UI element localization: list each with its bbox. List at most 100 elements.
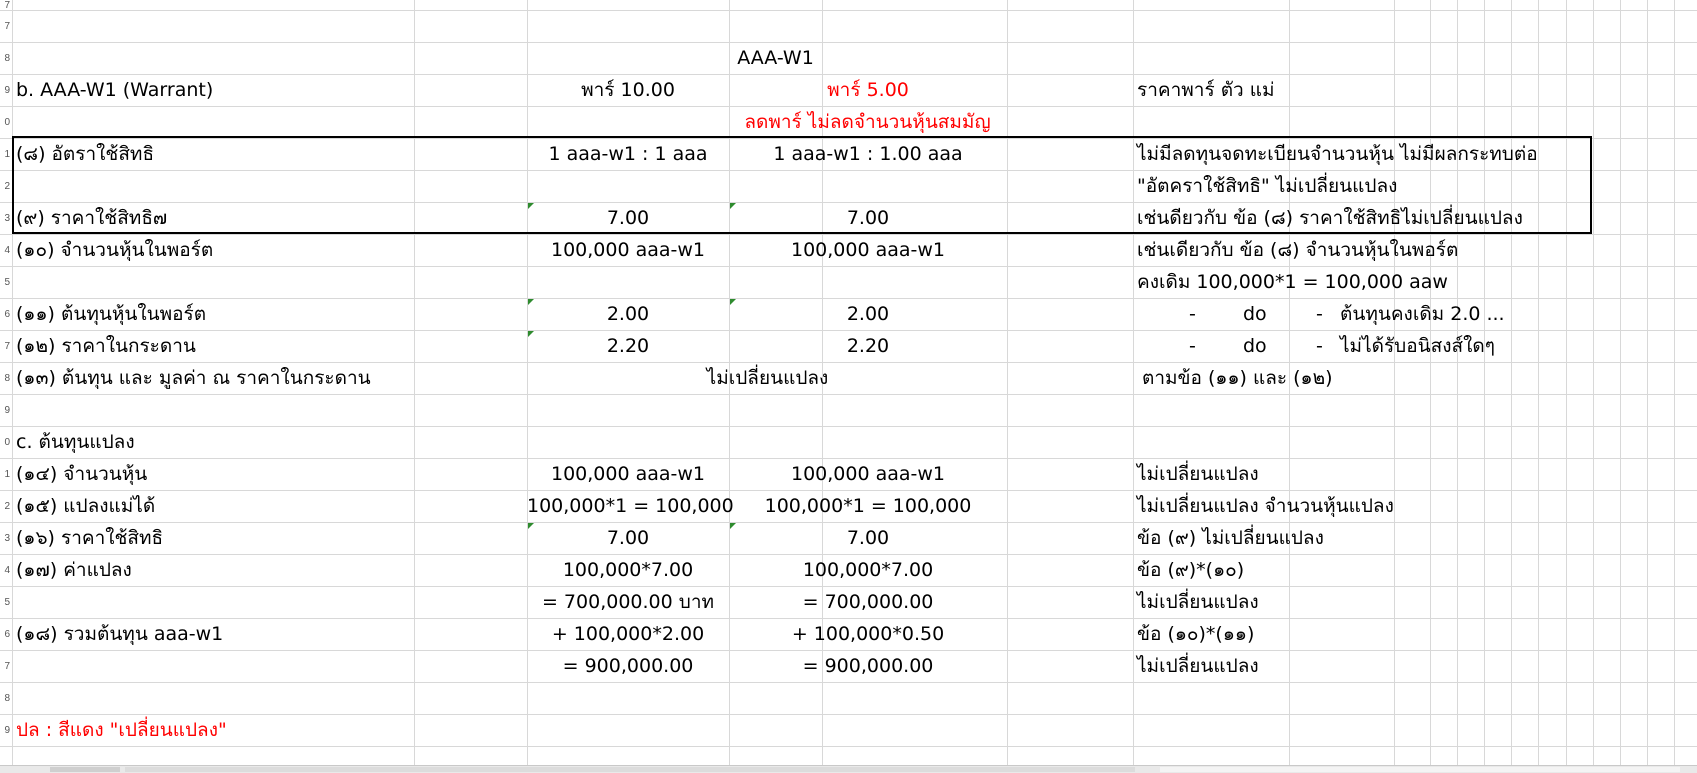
row-header[interactable]: 7 — [0, 0, 10, 11]
row-header[interactable]: 5 — [0, 266, 10, 298]
item-18-old-total[interactable]: = 900,000.00 — [527, 650, 729, 682]
item-12-note[interactable]: ไม่ได้รับอนิสงส์ใดๆ — [1340, 330, 1495, 362]
row-header[interactable]: 6 — [0, 298, 10, 330]
error-indicator-icon — [730, 523, 736, 529]
item-12-new[interactable]: 2.20 — [729, 330, 1007, 362]
item-16-label[interactable]: (๑๖) ราคาใช้สิทธิ — [16, 522, 163, 554]
item-10-new[interactable]: 100,000 aaa-w1 — [729, 234, 1007, 266]
spreadsheet-grid[interactable]: 7 7 8 9 0 1 2 3 4 5 6 7 8 9 0 1 2 3 4 5 … — [0, 0, 1697, 765]
item-18-total-note[interactable]: ไม่เปลี่ยนแปลง — [1137, 650, 1259, 682]
row-header[interactable]: 2 — [0, 490, 10, 522]
item-10-note-cont[interactable]: คงเดิม 100,000*1 = 100,000 aaw — [1137, 266, 1448, 298]
item-8-old[interactable]: 1 aaa-w1 : 1 aaa — [527, 138, 729, 170]
item-8-label[interactable]: (๘) อัตราใช้สิทธิ — [16, 138, 154, 170]
item-18-note[interactable]: ข้อ (๑๐)*(๑๑) — [1137, 618, 1254, 650]
item-9-label[interactable]: (๙) ราคาใช้สิทธิ๗ — [16, 202, 167, 234]
row-header[interactable]: 2 — [0, 170, 10, 202]
item-13-note[interactable]: ตามข้อ (๑๑) และ (๑๒) — [1142, 362, 1333, 394]
item-15-new[interactable]: 100,000*1 = 100,000 — [729, 490, 1007, 522]
item-9-note[interactable]: เช่นดียวกับ ข้อ (๘) ราคาใช้สิทธิไม่เปลี่… — [1137, 202, 1523, 234]
item-10-old[interactable]: 100,000 aaa-w1 — [527, 234, 729, 266]
row-header[interactable]: 0 — [0, 426, 10, 458]
item-16-old[interactable]: 7.00 — [527, 522, 729, 554]
legend-note[interactable]: ปล : สีแดง "เปลี่ยนแปลง" — [16, 714, 227, 746]
item-11-new[interactable]: 2.00 — [729, 298, 1007, 330]
item-14-label[interactable]: (๑๔) จำนวนหุ้น — [16, 458, 147, 490]
item-14-new[interactable]: 100,000 aaa-w1 — [729, 458, 1007, 490]
item-8-note[interactable]: ไม่มีลดทุนจดทะเบียนจำนวนหุ้น ไม่มีผลกระท… — [1137, 138, 1538, 170]
item-11-label[interactable]: (๑๑) ต้นทุนหุ้นในพอร์ต — [16, 298, 206, 330]
row-header[interactable]: 7 — [0, 10, 10, 42]
error-indicator-icon — [730, 203, 736, 209]
par-note-cell[interactable]: ราคาพาร์ ตัว แม่ — [1137, 74, 1275, 106]
sheet-tab-area[interactable] — [50, 767, 120, 772]
item-17-new-total[interactable]: = 700,000.00 — [729, 586, 1007, 618]
error-indicator-icon — [730, 299, 736, 305]
item-12-ditto[interactable]: do — [1243, 330, 1267, 362]
row-line — [0, 746, 1697, 747]
row-header[interactable]: 8 — [0, 362, 10, 394]
row-header[interactable]: 5 — [0, 586, 10, 618]
scrollbar-track[interactable] — [125, 767, 1135, 772]
scrollbar-thumb[interactable] — [1160, 767, 1680, 772]
item-16-new[interactable]: 7.00 — [729, 522, 1007, 554]
item-9-old[interactable]: 7.00 — [527, 202, 729, 234]
item-13-label[interactable]: (๑๓) ต้นทุน และ มูลค่า ณ ราคาในกระดาน — [16, 362, 371, 394]
section-b-heading[interactable]: b. AAA-W1 (Warrant) — [16, 74, 213, 106]
row-header[interactable]: 4 — [0, 554, 10, 586]
error-indicator-icon — [528, 331, 534, 337]
item-9-new[interactable]: 7.00 — [729, 202, 1007, 234]
item-17-old-total[interactable]: = 700,000.00 บาท — [527, 586, 729, 618]
item-18-new[interactable]: + 100,000*0.50 — [729, 618, 1007, 650]
item-10-note[interactable]: เช่นเดียวกับ ข้อ (๘) จำนวนหุ้นในพอร์ต — [1137, 234, 1458, 266]
row-header[interactable]: 6 — [0, 618, 10, 650]
item-14-old[interactable]: 100,000 aaa-w1 — [527, 458, 729, 490]
item-8-note-cont[interactable]: "อัตคราใช้สิทธิ" ไม่เปลี่ยนแปลง — [1137, 170, 1397, 202]
par-new-cell[interactable]: พาร์ 5.00 — [729, 74, 1007, 106]
item-17-old[interactable]: 100,000*7.00 — [527, 554, 729, 586]
item-13-value[interactable]: ไม่เปลี่ยนแปลง — [620, 362, 915, 394]
row-header[interactable]: 3 — [0, 522, 10, 554]
item-11-old[interactable]: 2.00 — [527, 298, 729, 330]
item-17-new[interactable]: 100,000*7.00 — [729, 554, 1007, 586]
item-18-old[interactable]: + 100,000*2.00 — [527, 618, 729, 650]
row-header[interactable]: 7 — [0, 650, 10, 682]
section-c-heading[interactable]: c. ต้นทุนแปลง — [16, 426, 135, 458]
item-12-dash[interactable]: - — [1316, 330, 1323, 362]
row-header[interactable]: 7 — [0, 330, 10, 362]
item-16-note[interactable]: ข้อ (๙) ไม่เปลี่ยนแปลง — [1137, 522, 1324, 554]
item-17-label[interactable]: (๑๗) ค่าแปลง — [16, 554, 132, 586]
item-11-dash[interactable]: - — [1189, 298, 1196, 330]
item-12-dash[interactable]: - — [1189, 330, 1196, 362]
row-line — [0, 170, 1697, 171]
item-8-new[interactable]: 1 aaa-w1 : 1.00 aaa — [729, 138, 1007, 170]
row-header[interactable]: 0 — [0, 106, 10, 138]
item-11-dash[interactable]: - — [1316, 298, 1323, 330]
subtitle-cell[interactable]: ลดพาร์ ไม่ลดจำนวนหุ้นสมมัญ — [680, 106, 1055, 138]
row-header[interactable]: 3 — [0, 202, 10, 234]
item-12-label[interactable]: (๑๒) ราคาในกระดาน — [16, 330, 196, 362]
item-15-note[interactable]: ไม่เปลี่ยนแปลง จำนวนหุ้นแปลง — [1137, 490, 1394, 522]
item-18-label[interactable]: (๑๘) รวมต้นทุน aaa-w1 — [16, 618, 223, 650]
row-header[interactable]: 9 — [0, 714, 10, 746]
sheet-title[interactable]: AAA-W1 — [729, 42, 822, 74]
item-12-old[interactable]: 2.20 — [527, 330, 729, 362]
row-header[interactable]: 1 — [0, 138, 10, 170]
item-14-note[interactable]: ไม่เปลี่ยนแปลง — [1137, 458, 1259, 490]
row-line — [0, 394, 1697, 395]
item-11-note[interactable]: ต้นทุนคงเดิม 2.0 ... — [1340, 298, 1505, 330]
row-header[interactable]: 8 — [0, 42, 10, 74]
item-18-new-total[interactable]: = 900,000.00 — [729, 650, 1007, 682]
row-header[interactable]: 4 — [0, 234, 10, 266]
item-15-old[interactable]: 100,000*1 = 100,000 — [527, 490, 734, 522]
item-17-total-note[interactable]: ไม่เปลี่ยนแปลง — [1137, 586, 1259, 618]
row-header[interactable]: 8 — [0, 682, 10, 714]
par-old-cell[interactable]: พาร์ 10.00 — [527, 74, 729, 106]
item-17-note[interactable]: ข้อ (๙)*(๑๐) — [1137, 554, 1244, 586]
item-15-label[interactable]: (๑๕) แปลงแม่ได้ — [16, 490, 155, 522]
row-header[interactable]: 9 — [0, 394, 10, 426]
row-header[interactable]: 1 — [0, 458, 10, 490]
item-11-ditto[interactable]: do — [1243, 298, 1267, 330]
row-header[interactable]: 9 — [0, 74, 10, 106]
item-10-label[interactable]: (๑๐) จำนวนหุ้นในพอร์ต — [16, 234, 213, 266]
